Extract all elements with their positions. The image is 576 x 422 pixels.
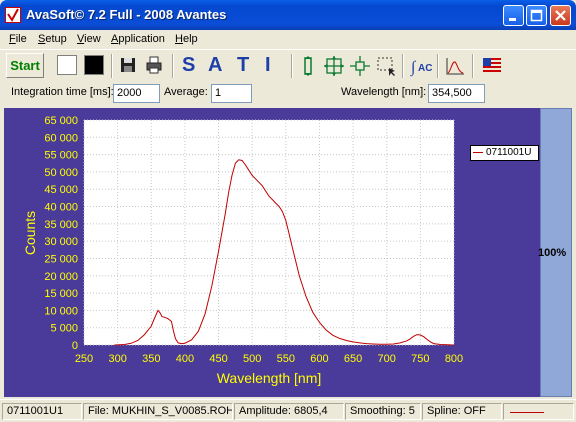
spectrum-icon[interactable] — [444, 55, 466, 77]
print-icon[interactable] — [144, 55, 166, 77]
flag-icon[interactable] — [481, 55, 503, 77]
menu-application[interactable]: Application — [111, 33, 165, 45]
scope-mode-button[interactable]: S — [182, 54, 195, 76]
x-tick-label: 550 — [277, 353, 295, 365]
menu-bar: File Setup View Application Help — [0, 30, 576, 49]
spectrum-chart[interactable]: 0 5 000 10 000 15 000 20 000 25 000 30 000 35 0… — [4, 108, 540, 397]
legend-swatch — [473, 151, 483, 153]
y-tick-label: 10 000 — [44, 305, 78, 317]
status-bar: 0711001U1 File: MUKHIN_S_V0085.ROH Ampli… — [0, 399, 576, 422]
toolbar-separator — [437, 54, 439, 78]
average-label: Average: — [164, 86, 208, 98]
legend-label: 0711001U — [486, 147, 532, 158]
x-axis-label: Wavelength [nm] — [217, 370, 322, 386]
autoscale-y-icon[interactable] — [298, 55, 320, 77]
toolbar-separator — [172, 54, 174, 78]
close-button[interactable] — [550, 5, 571, 26]
y-tick-label: 15 000 — [44, 288, 78, 300]
menu-file[interactable]: File — [9, 33, 27, 45]
minimize-button[interactable] — [503, 5, 524, 26]
menu-view[interactable]: View — [77, 33, 101, 45]
irradiance-mode-button[interactable]: I — [265, 54, 271, 76]
y-tick-label: 45 000 — [44, 184, 78, 196]
y-tick-label: 0 — [72, 340, 78, 352]
dark-reference-button[interactable] — [84, 55, 104, 75]
x-tick-label: 350 — [142, 353, 160, 365]
y-tick-label: 40 000 — [44, 202, 78, 214]
start-button[interactable]: Start — [6, 53, 44, 78]
title-bar[interactable]: AvaSoft© 7.2 Full - 2008 Avantes — [0, 0, 576, 30]
window-title: AvaSoft© 7.2 Full - 2008 Avantes — [26, 7, 227, 22]
x-tick-label: 400 — [176, 353, 194, 365]
y-tick-label: 25 000 — [44, 253, 78, 265]
x-tick-label: 250 — [75, 353, 93, 365]
y-tick-label: 50 000 — [44, 167, 78, 179]
toolbar: Start S A T I ∫ AC — [0, 49, 576, 81]
status-file: File: MUKHIN_S_V0085.ROH — [83, 403, 233, 420]
y-tick-label: 5 000 — [50, 323, 78, 335]
y-tick-label: 20 000 — [44, 271, 78, 283]
toolbar-separator — [402, 54, 404, 78]
x-tick-label: 750 — [411, 353, 429, 365]
series-color-indicator — [510, 412, 544, 413]
x-tick-label: 800 — [445, 353, 463, 365]
average-input[interactable]: 1 — [211, 84, 252, 103]
x-tick-label: 600 — [310, 353, 328, 365]
integration-time-label: Integration time [ms]: — [11, 86, 114, 98]
menu-help[interactable]: Help — [175, 33, 198, 45]
integration-time-input[interactable]: 2000 — [113, 84, 160, 103]
transmission-mode-button[interactable]: T — [237, 54, 249, 76]
y-axis-label: Counts — [22, 211, 38, 255]
y-tick-label: 55 000 — [44, 150, 78, 162]
zoom-fit-icon[interactable] — [323, 55, 345, 77]
status-spectrum: 0711001U1 — [2, 403, 82, 420]
x-tick-label: 650 — [344, 353, 362, 365]
toolbar-separator — [472, 54, 474, 78]
zoom-out-icon[interactable] — [349, 55, 371, 77]
status-smoothing: Smoothing: 5 — [345, 403, 421, 420]
plot-background — [84, 120, 454, 345]
status-spline: Spline: OFF — [422, 403, 502, 420]
function-icon[interactable]: ∫ AC — [410, 55, 432, 77]
wavelength-label: Wavelength [nm]: — [341, 86, 427, 98]
x-tick-label: 500 — [243, 353, 261, 365]
toolbar-separator — [291, 54, 293, 78]
x-tick-label: 300 — [108, 353, 126, 365]
app-logo-icon — [5, 7, 21, 23]
x-tick-label: 700 — [378, 353, 396, 365]
y-tick-label: 65 000 — [44, 115, 78, 127]
wavelength-input[interactable]: 354,500 — [428, 84, 485, 103]
svg-text:AC: AC — [418, 63, 432, 74]
save-icon[interactable] — [118, 55, 140, 77]
svg-text:∫: ∫ — [410, 59, 417, 77]
zoom-select-icon[interactable] — [375, 55, 397, 77]
maximize-button[interactable] — [526, 5, 547, 26]
status-amplitude: Amplitude: 6805,4 — [234, 403, 344, 420]
y-tick-label: 60 000 — [44, 132, 78, 144]
x-tick-label: 450 — [209, 353, 227, 365]
gauge-label: 100% — [538, 247, 567, 259]
toolbar-separator — [111, 54, 113, 78]
y-tick-label: 30 000 — [44, 236, 78, 248]
y-tick-label: 35 000 — [44, 219, 78, 231]
menu-setup[interactable]: Setup — [38, 33, 67, 45]
absorbance-mode-button[interactable]: A — [208, 54, 222, 76]
parameters-bar: Integration time [ms]: 2000 Average: 1 W… — [0, 81, 576, 107]
white-reference-button[interactable] — [57, 55, 77, 75]
chart-legend: 0711001U — [470, 145, 539, 161]
